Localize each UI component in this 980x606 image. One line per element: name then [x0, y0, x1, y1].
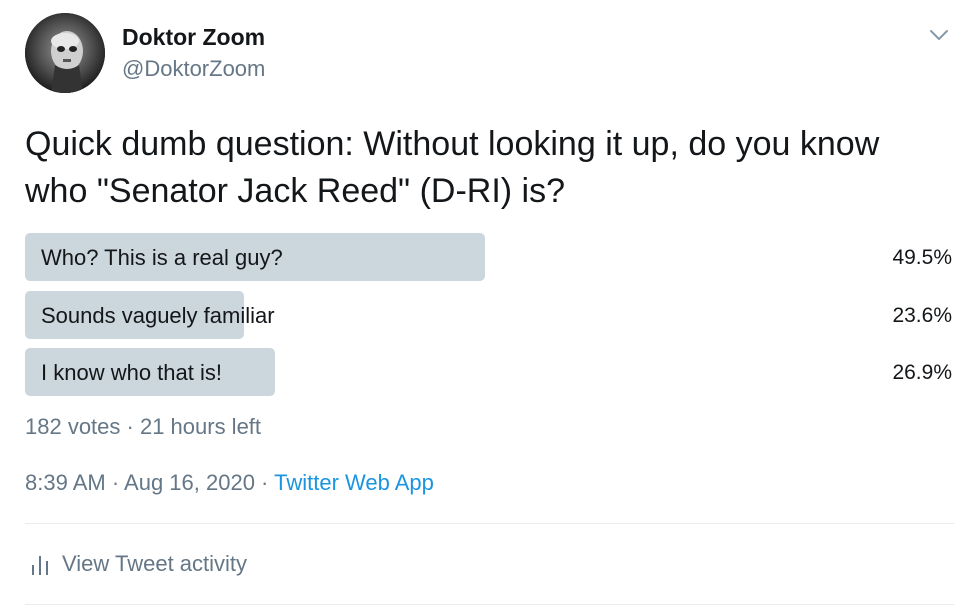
view-tweet-activity-label: View Tweet activity — [62, 551, 248, 576]
divider — [25, 523, 954, 524]
poll-option-label: Sounds vaguely familiar — [41, 302, 275, 328]
bar-chart-icon — [32, 556, 48, 575]
poll-option-label: I know who that is! — [41, 360, 222, 385]
chevron-down-icon[interactable] — [924, 22, 954, 48]
poll: Who? This is a real guy? 49.5% Sounds va… — [25, 233, 955, 406]
view-tweet-activity-link[interactable]: View Tweet activity — [30, 551, 247, 577]
display-name[interactable]: Doktor Zoom — [122, 24, 265, 51]
user-handle[interactable]: @DoktorZoom — [122, 56, 265, 82]
timestamp-text[interactable]: 8:39 AM · Aug 16, 2020 · — [25, 470, 274, 495]
source-link[interactable]: Twitter Web App — [274, 470, 434, 495]
poll-option-percent: 26.9% — [892, 361, 952, 384]
poll-meta: 182 votes · 21 hours left — [25, 414, 262, 439]
poll-option-1[interactable]: Who? This is a real guy? 49.5% — [25, 233, 955, 281]
poll-option-percent: 23.6% — [892, 303, 952, 327]
divider — [25, 604, 954, 605]
tweet-timestamp: 8:39 AM · Aug 16, 2020 · Twitter Web App — [25, 470, 434, 496]
poll-option-label: Who? This is a real guy? — [41, 245, 283, 270]
tweet-text: Quick dumb question: Without looking it … — [25, 125, 880, 210]
poll-option-3[interactable]: I know who that is! 26.9% — [25, 348, 955, 396]
poll-option-percent: 49.5% — [892, 246, 952, 269]
poll-option-2[interactable]: Sounds vaguely familiar 23.6% — [25, 290, 955, 339]
avatar[interactable] — [25, 13, 105, 93]
